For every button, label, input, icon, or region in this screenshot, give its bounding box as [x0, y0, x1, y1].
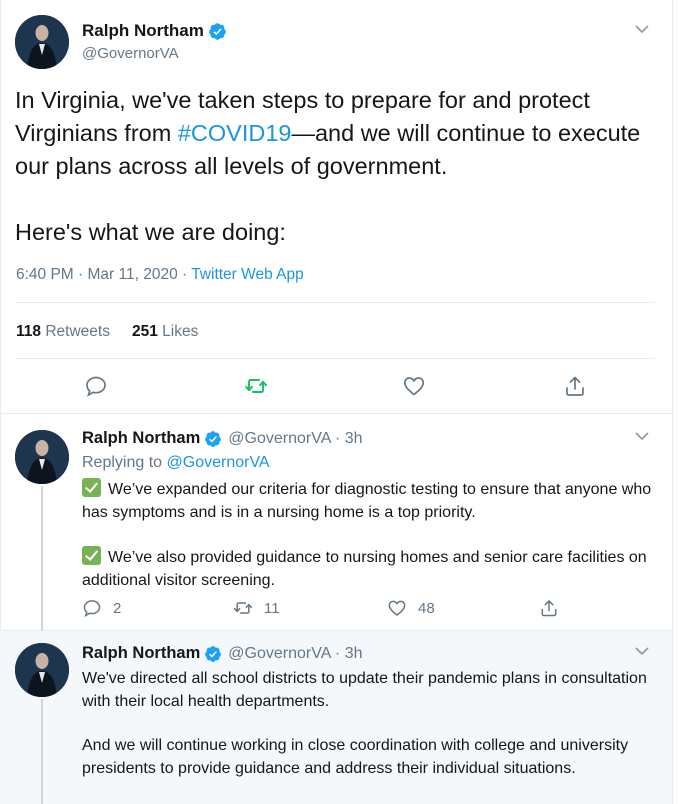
reply-text: We've directed all school districts to u… — [82, 668, 662, 780]
likes-stat[interactable]: 251 Likes — [132, 323, 198, 341]
retweets-label: Retweets — [45, 323, 110, 340]
like-icon — [388, 600, 406, 617]
retweets-count: 118 — [16, 323, 42, 340]
avatar-photo-icon — [15, 430, 69, 484]
reply-tweet[interactable]: Ralph Northam @GovernorVA · 3h We've dir… — [0, 631, 672, 804]
reply-icon[interactable] — [84, 374, 108, 398]
check-mark-button-icon — [82, 546, 101, 565]
divider — [15, 358, 655, 359]
thread-line — [41, 486, 43, 631]
likes-count: 251 — [131, 323, 158, 340]
reply-paragraph: We’ve expanded our criteria for diagnost… — [82, 478, 662, 524]
author-name[interactable]: Ralph Northam — [82, 21, 204, 41]
retweet-action[interactable]: 11 — [233, 598, 280, 618]
main-tweet: Ralph Northam @GovernorVA In Virginia, w… — [0, 0, 672, 414]
avatar[interactable] — [15, 430, 69, 484]
retweet-icon[interactable] — [244, 374, 268, 398]
verified-badge-icon — [205, 430, 222, 447]
divider — [15, 302, 655, 303]
verified-badge-icon — [205, 645, 222, 662]
share-icon[interactable] — [563, 374, 587, 398]
author-name[interactable]: Ralph Northam — [82, 644, 200, 663]
replying-to: Replying to @GovernorVA — [82, 454, 270, 472]
avatar-photo-icon — [15, 643, 69, 697]
reply-text: We’ve expanded our criteria for diagnost… — [82, 478, 662, 592]
author-handle[interactable]: @GovernorVA · 3h — [228, 430, 362, 448]
likes-label: Likes — [162, 323, 199, 340]
like-count: 48 — [418, 599, 435, 617]
paragraph-text: We’ve expanded our criteria for diagnost… — [82, 481, 652, 521]
tweet-text: In Virginia, we've taken steps to prepar… — [15, 84, 665, 249]
chevron-down-icon[interactable] — [634, 428, 650, 444]
check-mark-button-icon — [82, 478, 101, 497]
paragraph-text: We’ve also provided guidance to nursing … — [82, 549, 647, 589]
reply-paragraph: We've directed all school districts to u… — [82, 670, 647, 710]
reply-action[interactable]: 2 — [82, 598, 121, 618]
chevron-down-icon[interactable] — [634, 643, 650, 659]
like-action[interactable]: 48 — [387, 598, 435, 618]
timestamp-link[interactable]: 6:40 PM · Mar 11, 2020 · — [16, 266, 191, 283]
share-action[interactable] — [539, 598, 570, 618]
tweet-timestamp: 6:40 PM · Mar 11, 2020 · Twitter Web App — [16, 266, 304, 284]
share-icon — [541, 600, 557, 617]
like-icon[interactable] — [402, 374, 426, 398]
author-name[interactable]: Ralph Northam — [82, 429, 200, 448]
tweet-stats: 118 Retweets 251 Likes — [16, 323, 198, 341]
replying-prefix: Replying to — [82, 454, 167, 471]
reply-paragraph: And we will continue working in close co… — [82, 737, 629, 777]
avatar[interactable] — [15, 15, 69, 69]
thread-line — [41, 699, 43, 804]
retweet-icon — [233, 602, 253, 614]
retweets-stat[interactable]: 118 Retweets — [16, 323, 110, 341]
replying-to-link[interactable]: @GovernorVA — [167, 454, 270, 471]
reply-paragraph: We’ve also provided guidance to nursing … — [82, 546, 662, 592]
verified-badge-icon — [209, 22, 226, 40]
hashtag-link[interactable]: #COVID19 — [178, 120, 292, 146]
chevron-down-icon[interactable] — [634, 21, 650, 37]
tweet-actions — [0, 374, 672, 400]
avatar-photo-icon — [15, 15, 69, 69]
reply-tweet[interactable]: Ralph Northam @GovernorVA · 3h Replying … — [0, 414, 672, 631]
avatar[interactable] — [15, 643, 69, 697]
retweet-count: 11 — [264, 599, 280, 617]
author-handle[interactable]: @GovernorVA · 3h — [228, 645, 362, 663]
reply-icon — [83, 600, 101, 618]
author-handle[interactable]: @GovernorVA — [82, 45, 179, 62]
source-link[interactable]: Twitter Web App — [191, 266, 304, 283]
reply-count: 2 — [113, 599, 122, 617]
